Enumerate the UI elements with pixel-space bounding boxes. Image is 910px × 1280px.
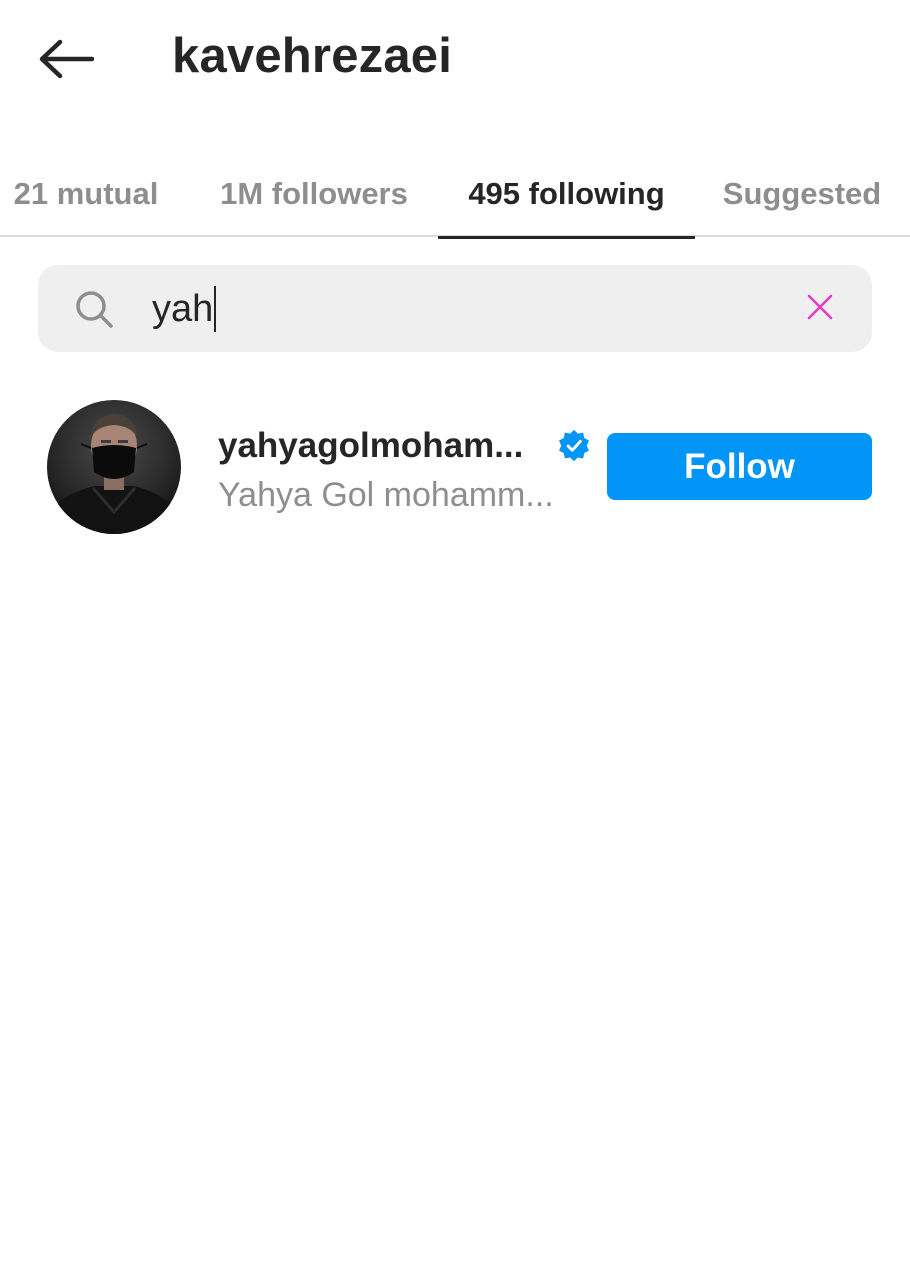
back-button[interactable] xyxy=(32,30,100,88)
close-icon xyxy=(807,294,833,320)
username-row: yahyagolmoham... xyxy=(218,423,591,469)
tab-following[interactable]: 495 following xyxy=(438,150,695,239)
username[interactable]: yahyagolmoham... xyxy=(218,426,523,466)
profile-photo xyxy=(47,400,181,534)
search-bar[interactable]: yah xyxy=(38,265,872,352)
avatar[interactable] xyxy=(47,400,181,534)
text-caret xyxy=(214,286,217,332)
full-name: Yahya Gol mohamm... xyxy=(218,476,554,514)
tab-mutual[interactable]: 21 mutual xyxy=(0,150,172,237)
page-title: kavehrezaei xyxy=(172,29,453,83)
search-input-value: yah xyxy=(152,288,214,330)
tab-bar: 21 mutual 1M followers 495 following Sug… xyxy=(0,150,910,239)
search-icon xyxy=(76,291,113,328)
list-item[interactable]: yahyagolmoham... Yahya Gol mohamm... Fol… xyxy=(0,385,910,545)
arrow-left-icon xyxy=(39,39,94,79)
search-input[interactable]: yah xyxy=(152,281,217,337)
top-bar: kavehrezaei xyxy=(0,0,910,120)
clear-search-button[interactable] xyxy=(800,287,840,327)
tab-suggested[interactable]: Suggested xyxy=(710,150,894,237)
verified-badge-icon xyxy=(559,429,590,462)
follow-button[interactable]: Follow xyxy=(607,433,872,500)
tab-followers[interactable]: 1M followers xyxy=(196,150,432,237)
